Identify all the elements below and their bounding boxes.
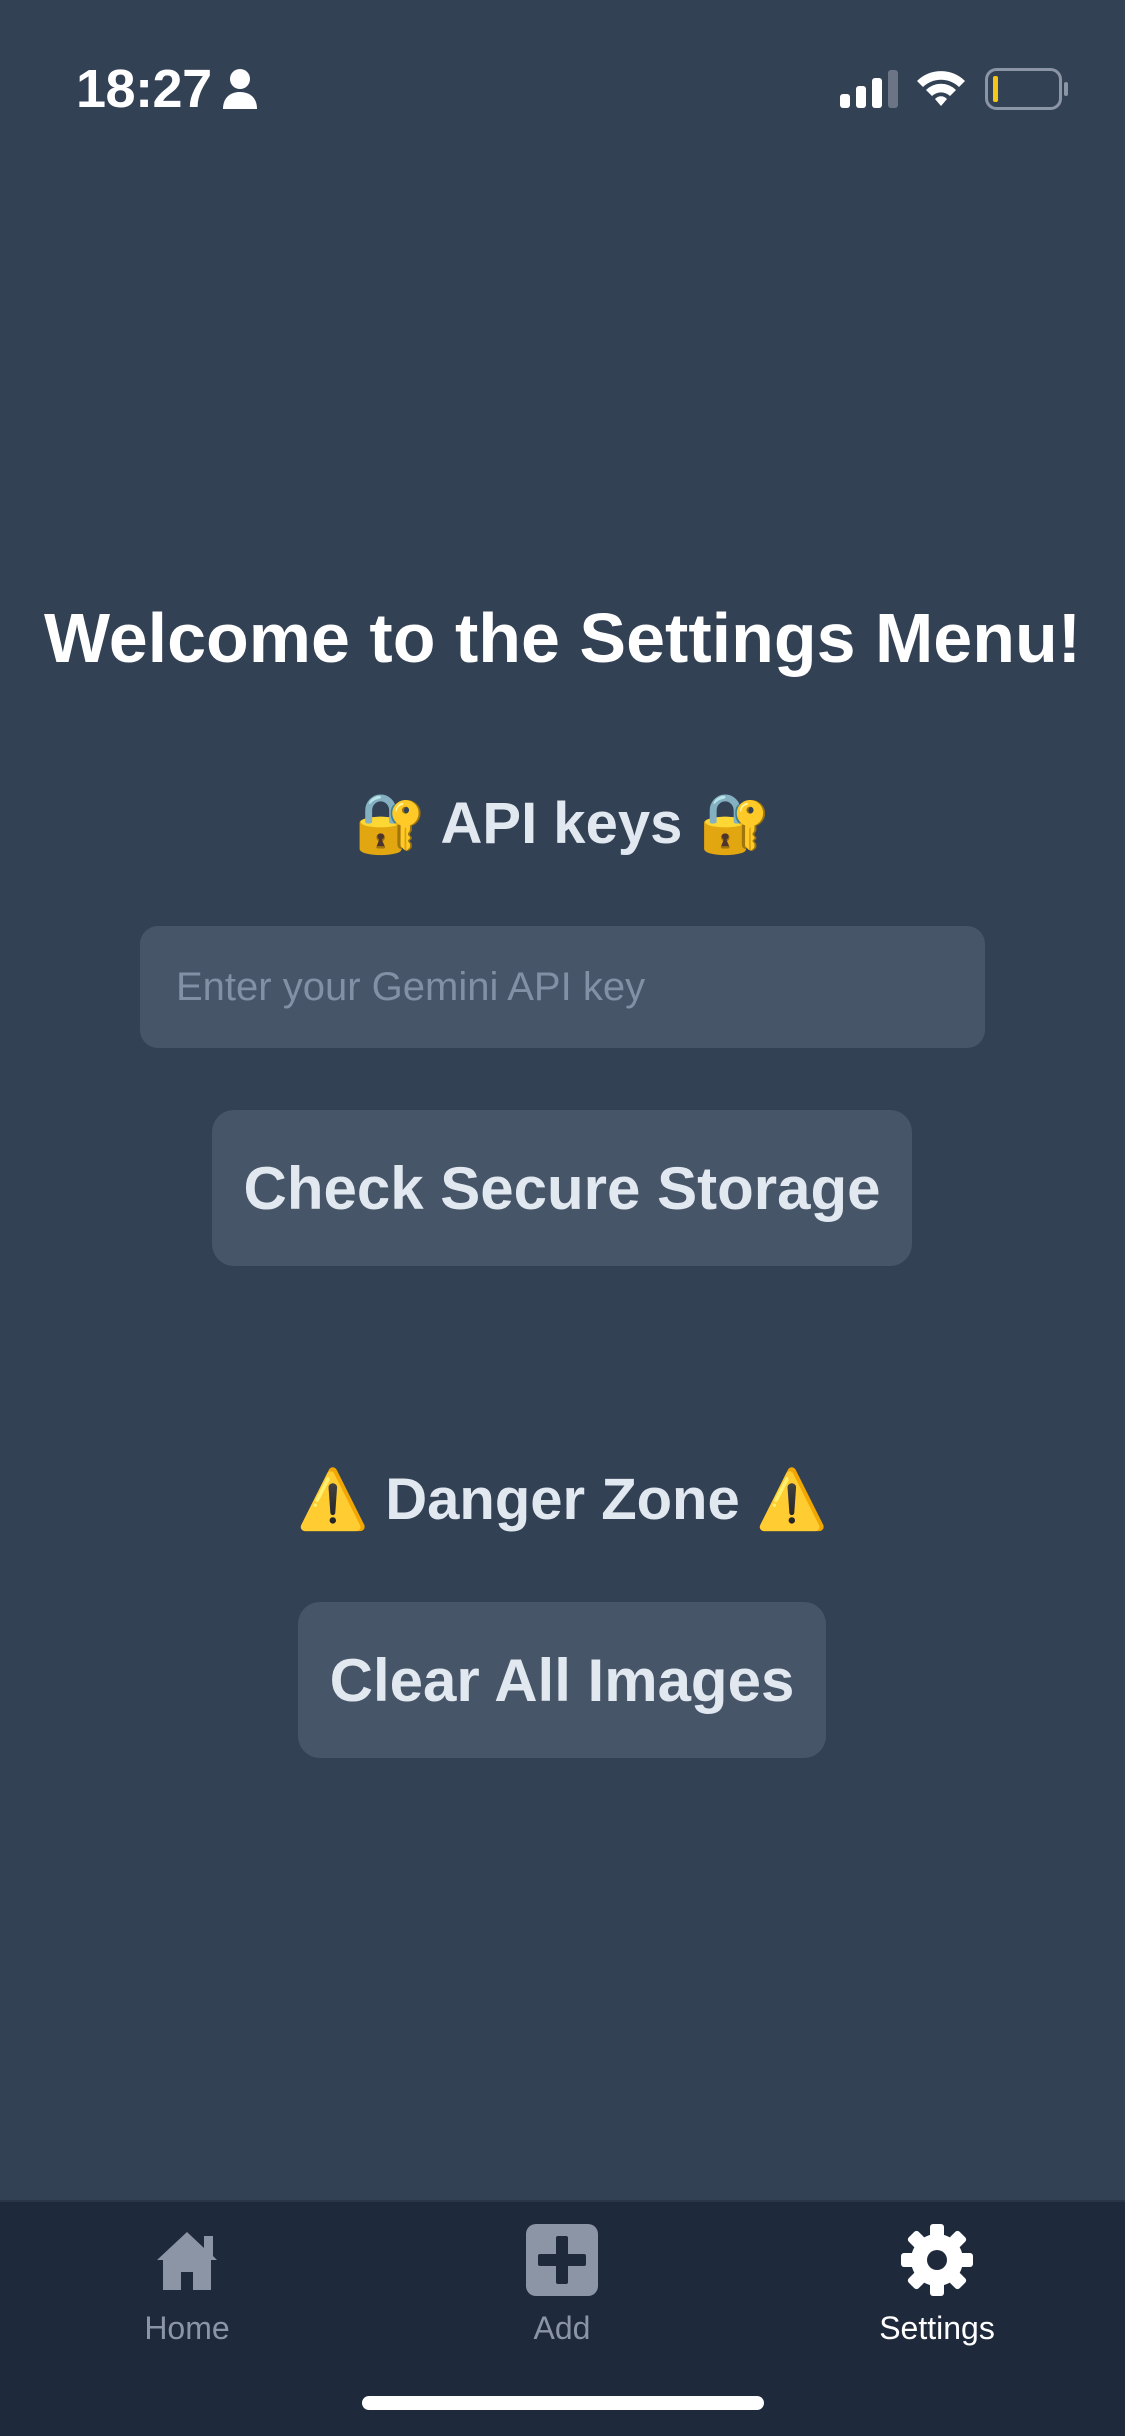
- gear-icon: [901, 2224, 973, 2296]
- home-indicator: [362, 2396, 764, 2410]
- home-icon: [157, 2232, 217, 2290]
- status-bar: 18:27: [0, 0, 1125, 180]
- tab-home[interactable]: Home: [62, 2222, 312, 2372]
- api-keys-heading: 🔐 API keys 🔐: [354, 791, 771, 856]
- clear-all-images-button[interactable]: Clear All Images: [298, 1602, 826, 1758]
- tab-add-label: Add: [533, 2310, 591, 2346]
- wifi-icon: [917, 71, 965, 106]
- api-key-input[interactable]: [140, 926, 985, 1048]
- tab-settings-label: Settings: [879, 2310, 995, 2346]
- danger-zone-heading: ⚠️ Danger Zone ⚠️: [296, 1467, 829, 1532]
- person-icon: [223, 69, 257, 109]
- cellular-signal-icon: [840, 70, 898, 108]
- tab-settings[interactable]: Settings: [812, 2222, 1062, 2372]
- check-secure-storage-button[interactable]: Check Secure Storage: [212, 1110, 912, 1266]
- tab-add[interactable]: Add: [437, 2222, 687, 2372]
- battery-low-icon: [985, 68, 1068, 110]
- tab-home-label: Home: [144, 2310, 230, 2346]
- status-time: 18:27: [76, 59, 212, 119]
- page-title: Welcome to the Settings Menu!: [43, 599, 1082, 677]
- add-icon: [526, 2224, 598, 2296]
